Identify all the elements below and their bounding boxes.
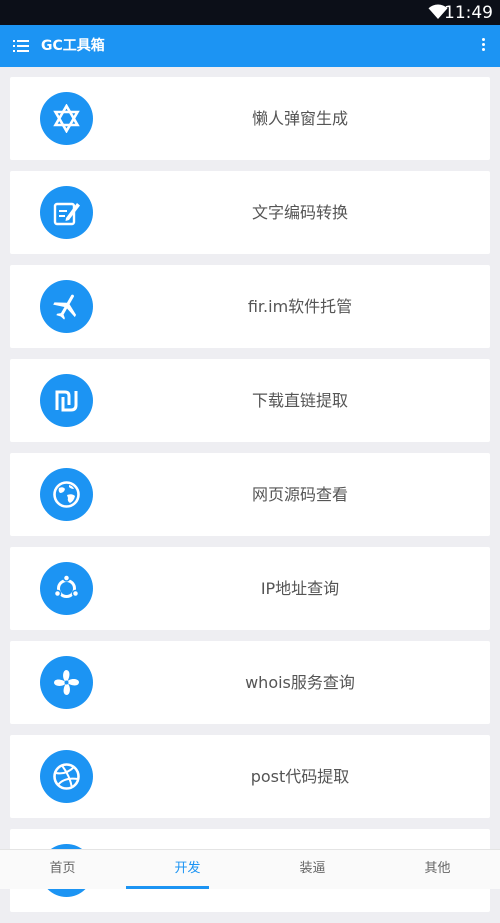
tab-home[interactable]: 首页 [0, 850, 125, 889]
tab-show-off[interactable]: 装逼 [250, 850, 375, 889]
tool-icon-circle [40, 280, 93, 333]
tool-card-lazy-popup[interactable]: 懒人弹窗生成 [10, 77, 490, 160]
tool-card-whois[interactable]: whois服务查询 [10, 641, 490, 724]
tool-label: 网页源码查看 [251, 485, 348, 504]
tool-label: 文字编码转换 [251, 203, 348, 222]
tool-icon-circle [40, 750, 93, 803]
star-of-david-icon [53, 104, 80, 133]
shekel-icon [55, 390, 78, 412]
note-edit-icon [53, 202, 80, 226]
list-menu-icon[interactable] [13, 39, 29, 53]
tab-develop[interactable]: 开发 [125, 850, 250, 889]
tool-list: 懒人弹窗生成 文字编码转换 fir.im软件托管 下载直链提取 网页源码查看 I… [10, 77, 490, 923]
tool-label: post代码提取 [250, 767, 350, 786]
tool-card-firim-hosting[interactable]: fir.im软件托管 [10, 265, 490, 348]
tool-label: 下载直链提取 [251, 391, 348, 410]
status-bar: 11:49 [0, 0, 500, 25]
tool-card-direct-link[interactable]: 下载直链提取 [10, 359, 490, 442]
ubuntu-icon [53, 574, 80, 598]
tool-card-page-source[interactable]: 网页源码查看 [10, 453, 490, 536]
tool-card-text-encoding[interactable]: 文字编码转换 [10, 171, 490, 254]
tool-icon-circle [40, 656, 93, 709]
tool-icon-circle [40, 374, 93, 427]
tool-icon-circle [40, 562, 93, 615]
fan-icon [54, 670, 79, 695]
tool-label: fir.im软件托管 [247, 297, 353, 316]
tool-label: IP地址查询 [260, 579, 340, 598]
bottom-nav: 首页 开发 装逼 其他 [0, 849, 500, 889]
app-title: GC工具箱 [41, 38, 105, 54]
more-vert-icon[interactable] [480, 38, 486, 54]
app-bar: GC工具箱 [0, 25, 500, 67]
tool-icon-circle [40, 468, 93, 521]
dribbble-icon [53, 763, 80, 790]
tool-card-ip-lookup[interactable]: IP地址查询 [10, 547, 490, 630]
tool-label: 懒人弹窗生成 [251, 109, 348, 128]
tab-other[interactable]: 其他 [375, 850, 500, 889]
tool-icon-circle [40, 186, 93, 239]
globe-icon [53, 481, 80, 508]
tool-icon-circle [40, 92, 93, 145]
status-time: 11:49 [444, 3, 493, 23]
tool-card-post-code[interactable]: post代码提取 [10, 735, 490, 818]
airplane-icon [53, 294, 77, 320]
tool-label: whois服务查询 [245, 673, 355, 692]
